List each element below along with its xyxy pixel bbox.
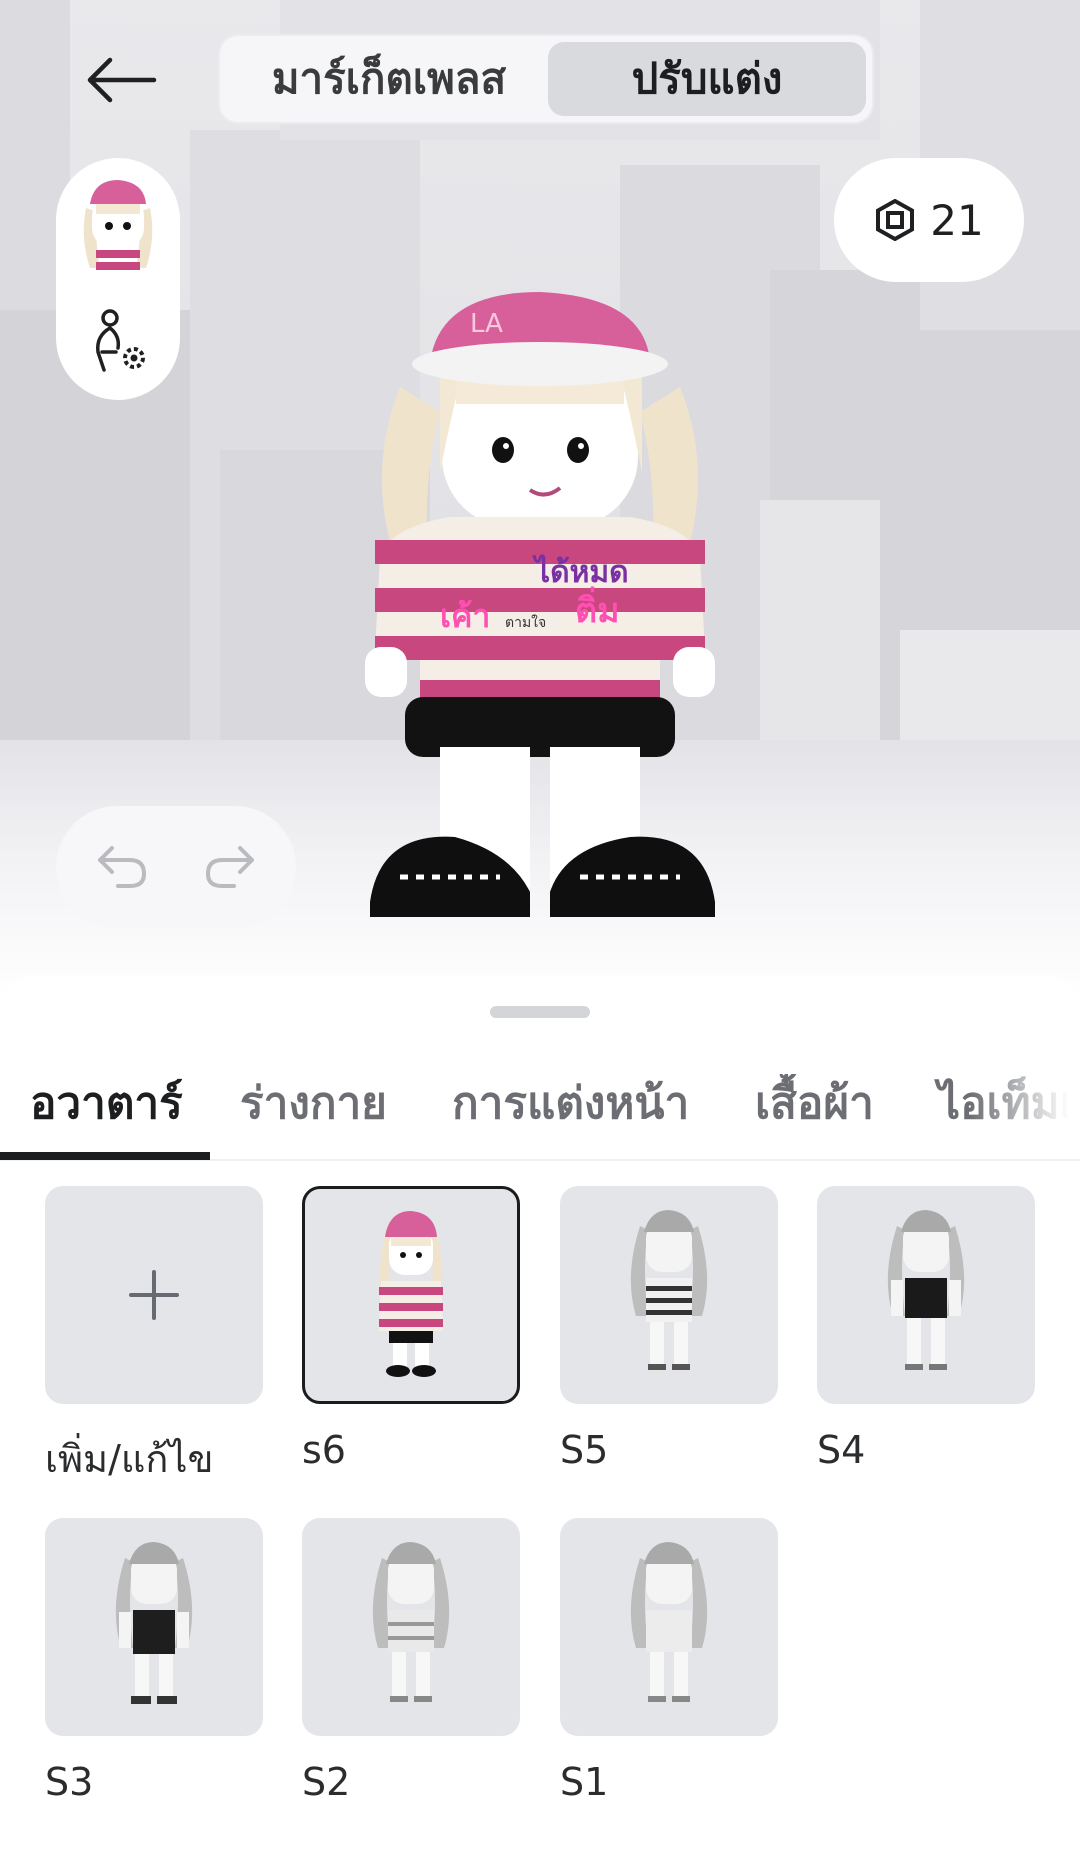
tab-avatar[interactable]: อวาตาร์ [30,1074,183,1134]
outfit-label-s4: S4 [817,1428,866,1472]
sheet-drag-handle[interactable] [490,1006,590,1018]
tab-customize[interactable]: ปรับแต่ง [548,42,866,116]
undo-redo-pill [56,806,296,928]
outfit-tile-s5[interactable] [560,1186,778,1404]
outfit-tile-s6[interactable] [302,1186,520,1404]
outfit-label-s3: S3 [45,1760,94,1804]
avatar-settings-icon [96,309,145,372]
outfit-thumbnail [379,1211,443,1377]
redo-icon [206,846,254,888]
outfit-thumbnail [630,1210,708,1370]
arrow-left-icon [87,57,157,103]
outfit-label-s1: S1 [560,1760,609,1804]
outfit-label-s5: S5 [560,1428,609,1472]
outfit-thumbnail [115,1542,193,1704]
redo-button[interactable] [202,842,258,892]
add-edit-outfit-tile[interactable] [45,1186,263,1404]
outfit-tile-s2[interactable] [302,1518,520,1736]
outfit-tile-s3[interactable] [45,1518,263,1736]
avatar-thumbnail[interactable] [76,178,160,278]
add-edit-label: เพิ่ม/แก้ไข [45,1437,214,1481]
outfit-thumbnail [630,1542,708,1702]
avatar-tools-pill [56,158,180,400]
outfit-bottom-sheet: อวาตาร์ ร่างกาย การแต่งหน้า เสื้อผ้า ไอเ… [0,976,1080,1864]
tab-body[interactable]: ร่างกาย [240,1074,387,1134]
robux-amount: 21 [930,195,984,245]
shirt-text-line4: ติ่ม [575,586,620,631]
svg-text:LA: LA [470,309,503,339]
active-tab-indicator [0,1152,210,1160]
outfit-label-s2: S2 [302,1760,351,1804]
back-button[interactable] [80,52,160,108]
tab-marketplace[interactable]: มาร์เก็ตเพลส [230,42,548,116]
shirt-text-line1: ได้หมด [532,554,629,590]
robux-icon [876,199,915,241]
outfit-tile-s4[interactable] [817,1186,1035,1404]
tab-makeup[interactable]: การแต่งหน้า [452,1074,689,1134]
undo-button[interactable] [94,842,150,892]
category-tabs: อวาตาร์ ร่างกาย การแต่งหน้า เสื้อผ้า ไอเ… [0,1074,1080,1134]
outfit-label-s6: s6 [302,1428,346,1472]
outfit-thumbnail [887,1210,965,1370]
outfit-thumbnail [372,1542,450,1702]
shirt-text-line3: ตามใจ [505,614,546,631]
avatar-3d-model[interactable]: LA ได้หมด เค้า ตามใจ ติ่ม [360,292,720,952]
plus-icon [129,1270,179,1320]
shirt-text-line2: เค้า [440,597,490,635]
tab-clothing[interactable]: เสื้อผ้า [755,1074,874,1134]
avatar-settings-button[interactable] [88,308,152,376]
robux-balance[interactable]: 21 [834,158,1024,282]
tab-items[interactable]: ไอเท็มแ [938,1074,1080,1134]
undo-icon [98,846,146,888]
top-segmented-control: มาร์เก็ตเพลส ปรับแต่ง [218,34,874,124]
outfit-tile-s1[interactable] [560,1518,778,1736]
